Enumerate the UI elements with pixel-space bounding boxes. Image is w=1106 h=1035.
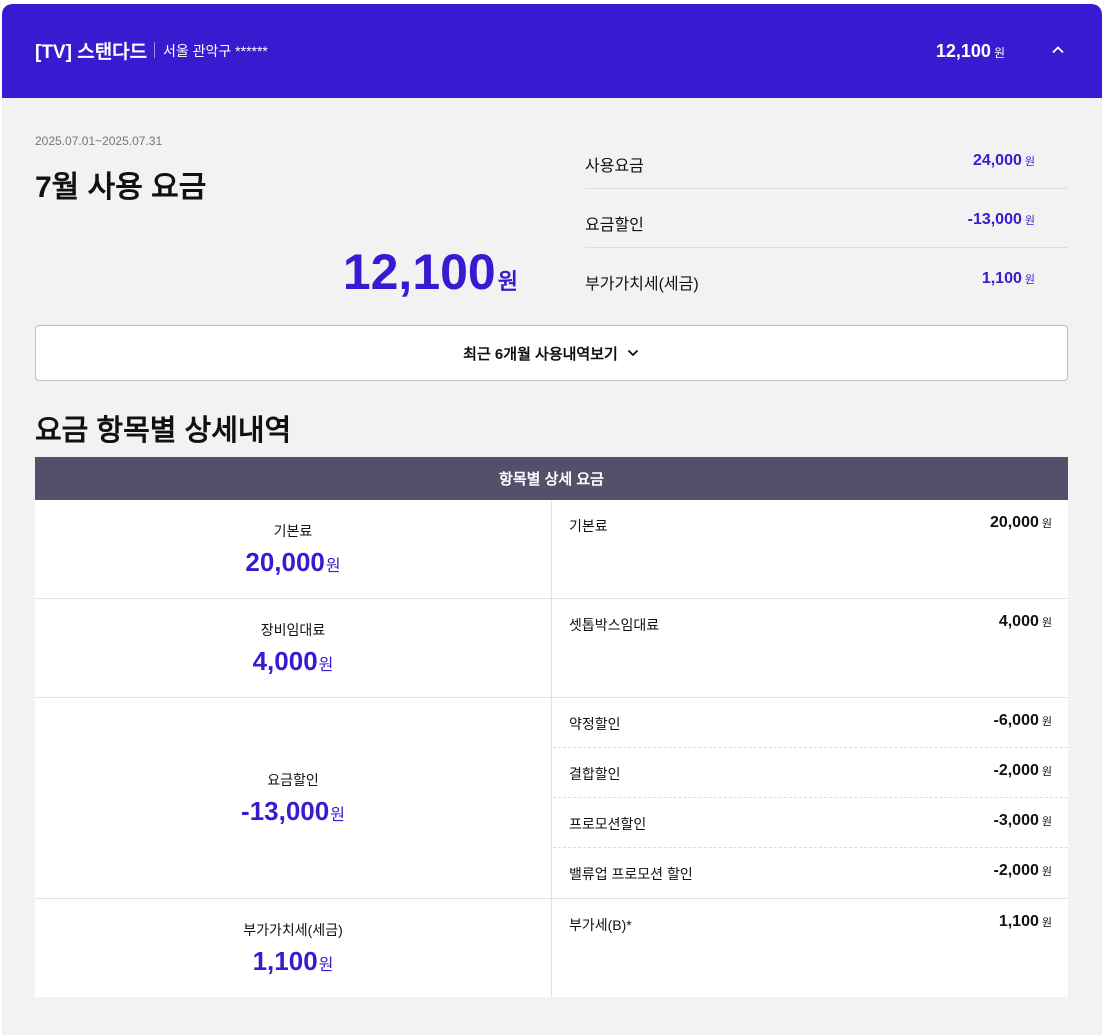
group-category: 부가가치세(세금) — [243, 921, 343, 938]
item-value: -6,000 원 — [994, 712, 1053, 730]
service-location: 서울 관악구 ****** — [163, 43, 268, 59]
item-name: 프로모션할인 — [569, 816, 647, 832]
summary-amount: 1,100 — [981, 270, 1022, 287]
chevron-up-icon[interactable] — [1050, 42, 1066, 58]
item-amount: -2,000 — [993, 862, 1039, 879]
group-amount: 4,000원 — [253, 646, 334, 677]
won-unit: 원 — [318, 956, 334, 974]
group-amount-value: 1,100 — [252, 945, 318, 976]
summary-amount: -13,000 — [967, 211, 1022, 228]
won-unit: 원 — [1024, 215, 1035, 227]
won-unit: 원 — [497, 269, 518, 294]
detail-item: 밸류업 프로모션 할인 -2,000 원 — [553, 848, 1068, 898]
history-button-label: 최근 6개월 사용내역보기 — [463, 345, 618, 363]
header-total: 12,100 원 — [936, 41, 1005, 62]
group-amount: -13,000원 — [241, 796, 345, 827]
detail-item: 셋톱박스임대료 4,000 원 — [553, 599, 1068, 649]
group-summary: 요금할인 -13,000원 — [35, 698, 552, 898]
bill-card: [TV] 스탠다드 서울 관악구 ****** 12,100 원 2025.07.… — [2, 4, 1102, 1035]
item-value: -3,000 원 — [994, 812, 1053, 830]
month-total-value: 12,100 — [342, 244, 496, 300]
detail-item: 프로모션할인 -3,000 원 — [553, 798, 1068, 848]
group-amount-value: -13,000 — [241, 795, 330, 826]
detail-item: 약정할인 -6,000 원 — [553, 698, 1068, 748]
detail-item: 기본료 20,000 원 — [553, 500, 1068, 550]
group-amount: 1,100원 — [253, 946, 334, 977]
item-name: 약정할인 — [569, 716, 621, 732]
detail-section-title: 요금 항목별 상세내역 — [35, 415, 292, 447]
detail-item: 결합할인 -2,000 원 — [553, 748, 1068, 798]
summary-row-usage: 사용요금 24,000 원 — [585, 130, 1068, 189]
group-items: 셋톱박스임대료 4,000 원 — [553, 599, 1068, 649]
month-total-amount: 12,100원 — [343, 244, 518, 310]
item-value: 1,100 원 — [999, 913, 1052, 931]
group-summary: 기본료 20,000원 — [35, 500, 552, 598]
summary-row-discount: 요금할인 -13,000 원 — [585, 189, 1068, 248]
won-unit: 원 — [1041, 617, 1052, 629]
item-amount: 4,000 — [998, 613, 1039, 630]
won-unit: 원 — [1024, 156, 1035, 168]
bill-header[interactable]: [TV] 스탠다드 서울 관악구 ****** 12,100 원 — [2, 4, 1102, 98]
item-value: -2,000 원 — [994, 862, 1053, 880]
item-amount: -2,000 — [993, 762, 1039, 779]
won-unit: 원 — [1041, 816, 1052, 828]
summary-amount: 24,000 — [972, 152, 1022, 169]
detail-item: 부가세(B)* 1,100 원 — [553, 899, 1068, 949]
item-name: 기본료 — [569, 518, 608, 534]
won-unit: 원 — [1041, 866, 1052, 878]
won-unit: 원 — [993, 46, 1005, 60]
item-value: 4,000 원 — [999, 613, 1052, 631]
summary-row-vat: 부가가치세(세금) 1,100 원 — [585, 248, 1068, 307]
group-items: 부가세(B)* 1,100 원 — [553, 899, 1068, 949]
group-amount-value: 20,000 — [245, 546, 325, 577]
item-amount: 20,000 — [989, 514, 1039, 531]
item-value: -2,000 원 — [994, 762, 1053, 780]
item-amount: -6,000 — [993, 712, 1039, 729]
group-items: 약정할인 -6,000 원 결합할인 -2,000 원 프로모션할인 -3,000 원… — [553, 698, 1068, 898]
won-unit: 원 — [318, 656, 334, 674]
won-unit: 원 — [1041, 716, 1052, 728]
group-category: 장비임대료 — [260, 621, 326, 638]
item-name: 밸류업 프로모션 할인 — [569, 866, 693, 882]
won-unit: 원 — [1041, 518, 1052, 530]
item-value: 20,000 원 — [990, 514, 1052, 532]
item-name: 결합할인 — [569, 766, 621, 782]
won-unit: 원 — [330, 806, 345, 824]
summary-label: 사용요금 — [585, 158, 644, 175]
item-name: 셋톱박스임대료 — [569, 617, 660, 633]
group-amount: 20,000원 — [245, 547, 340, 578]
item-amount: 1,100 — [998, 913, 1039, 930]
detail-table-header: 항목별 상세 요금 — [35, 457, 1068, 500]
group-summary: 장비임대료 4,000원 — [35, 599, 552, 697]
won-unit: 원 — [325, 557, 341, 575]
plan-name: [TV] 스탠다드 — [35, 42, 148, 63]
item-name: 부가세(B)* — [569, 917, 632, 933]
summary-label: 요금할인 — [585, 217, 644, 234]
chevron-down-icon — [627, 349, 638, 357]
detail-group-equipment: 장비임대료 4,000원 셋톱박스임대료 4,000 원 — [35, 599, 1068, 698]
won-unit: 원 — [1024, 274, 1035, 286]
group-category: 요금할인 — [267, 771, 319, 788]
item-amount: -3,000 — [993, 812, 1039, 829]
summary-value: 24,000 원 — [973, 152, 1035, 170]
group-items: 기본료 20,000 원 — [553, 500, 1068, 550]
won-unit: 원 — [1041, 917, 1052, 929]
billing-period: 2025.07.01~2025.07.31 — [35, 134, 163, 148]
detail-group-vat: 부가가치세(세금) 1,100원 부가세(B)* 1,100 원 — [35, 899, 1068, 997]
detail-group-basic: 기본료 20,000원 기본료 20,000 원 — [35, 500, 1068, 599]
summary-value: -13,000 원 — [968, 211, 1035, 229]
recent-6-months-history-button[interactable]: 최근 6개월 사용내역보기 — [35, 325, 1068, 381]
won-unit: 원 — [1041, 766, 1052, 778]
group-category: 기본료 — [273, 522, 313, 539]
header-total-amount: 12,100 — [935, 41, 991, 61]
group-summary: 부가가치세(세금) 1,100원 — [35, 899, 552, 997]
summary-value: 1,100 원 — [982, 270, 1035, 288]
summary-label: 부가가치세(세금) — [585, 276, 699, 293]
group-amount-value: 4,000 — [252, 645, 318, 676]
detail-group-discount: 요금할인 -13,000원 약정할인 -6,000 원 결합할인 -2,000 원 … — [35, 698, 1068, 899]
header-divider — [154, 42, 155, 58]
detail-table: 기본료 20,000원 기본료 20,000 원 장비임대료 4,000원 셋톱박… — [35, 500, 1068, 997]
month-title: 7월 사용 요금 — [35, 171, 207, 204]
